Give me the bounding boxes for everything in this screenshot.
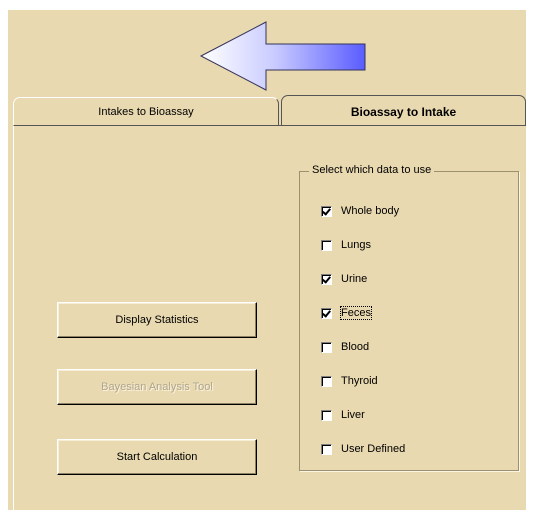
tab-intakes-to-bioassay[interactable]: Intakes to Bioassay bbox=[13, 97, 279, 125]
checkbox-label: Liver bbox=[341, 409, 365, 421]
left-arrow-icon[interactable] bbox=[199, 20, 369, 92]
checkbox-lungs[interactable]: Lungs bbox=[321, 237, 371, 253]
checkbox-box[interactable] bbox=[321, 273, 332, 285]
checkbox-thyroid[interactable]: Thyroid bbox=[321, 373, 378, 389]
display-statistics-button[interactable]: Display Statistics bbox=[57, 302, 257, 338]
tab-label: Intakes to Bioassay bbox=[98, 105, 194, 118]
checkbox-box[interactable] bbox=[321, 341, 332, 353]
checkbox-whole-body[interactable]: Whole body bbox=[321, 203, 399, 219]
checkbox-label: Thyroid bbox=[341, 375, 378, 387]
checkbox-feces[interactable]: Feces bbox=[321, 305, 372, 321]
checkbox-urine[interactable]: Urine bbox=[321, 271, 367, 287]
group-title: Select which data to use bbox=[309, 164, 435, 176]
checkbox-label: Urine bbox=[341, 273, 368, 285]
checkbox-box[interactable] bbox=[321, 409, 332, 421]
checkbox-liver[interactable]: Liver bbox=[321, 407, 365, 423]
checkbox-box[interactable] bbox=[321, 239, 332, 251]
checkbox-user-defined[interactable]: User Defined bbox=[321, 441, 405, 457]
checkbox-label: Whole body bbox=[341, 205, 400, 217]
tab-bioassay-to-intake[interactable]: Bioassay to Intake bbox=[281, 95, 526, 127]
button-label: Start Calculation bbox=[116, 451, 198, 463]
checkbox-box[interactable] bbox=[321, 443, 332, 455]
bayesian-analysis-tool-button[interactable]: Bayesian Analysis Tool bbox=[57, 369, 257, 405]
button-label: Bayesian Analysis Tool bbox=[101, 381, 213, 393]
start-calculation-button[interactable]: Start Calculation bbox=[57, 439, 257, 475]
checkbox-label: Blood bbox=[341, 341, 370, 353]
checkbox-box[interactable] bbox=[321, 307, 332, 319]
button-label: Display Statistics bbox=[115, 314, 199, 326]
checkbox-box[interactable] bbox=[321, 205, 332, 217]
checkbox-box[interactable] bbox=[321, 375, 332, 387]
tab-label: Bioassay to Intake bbox=[350, 104, 457, 119]
checkbox-blood[interactable]: Blood bbox=[321, 339, 369, 355]
checkbox-label: User Defined bbox=[341, 443, 406, 455]
checkbox-label: Feces bbox=[340, 306, 372, 320]
checkbox-label: Lungs bbox=[341, 239, 371, 251]
